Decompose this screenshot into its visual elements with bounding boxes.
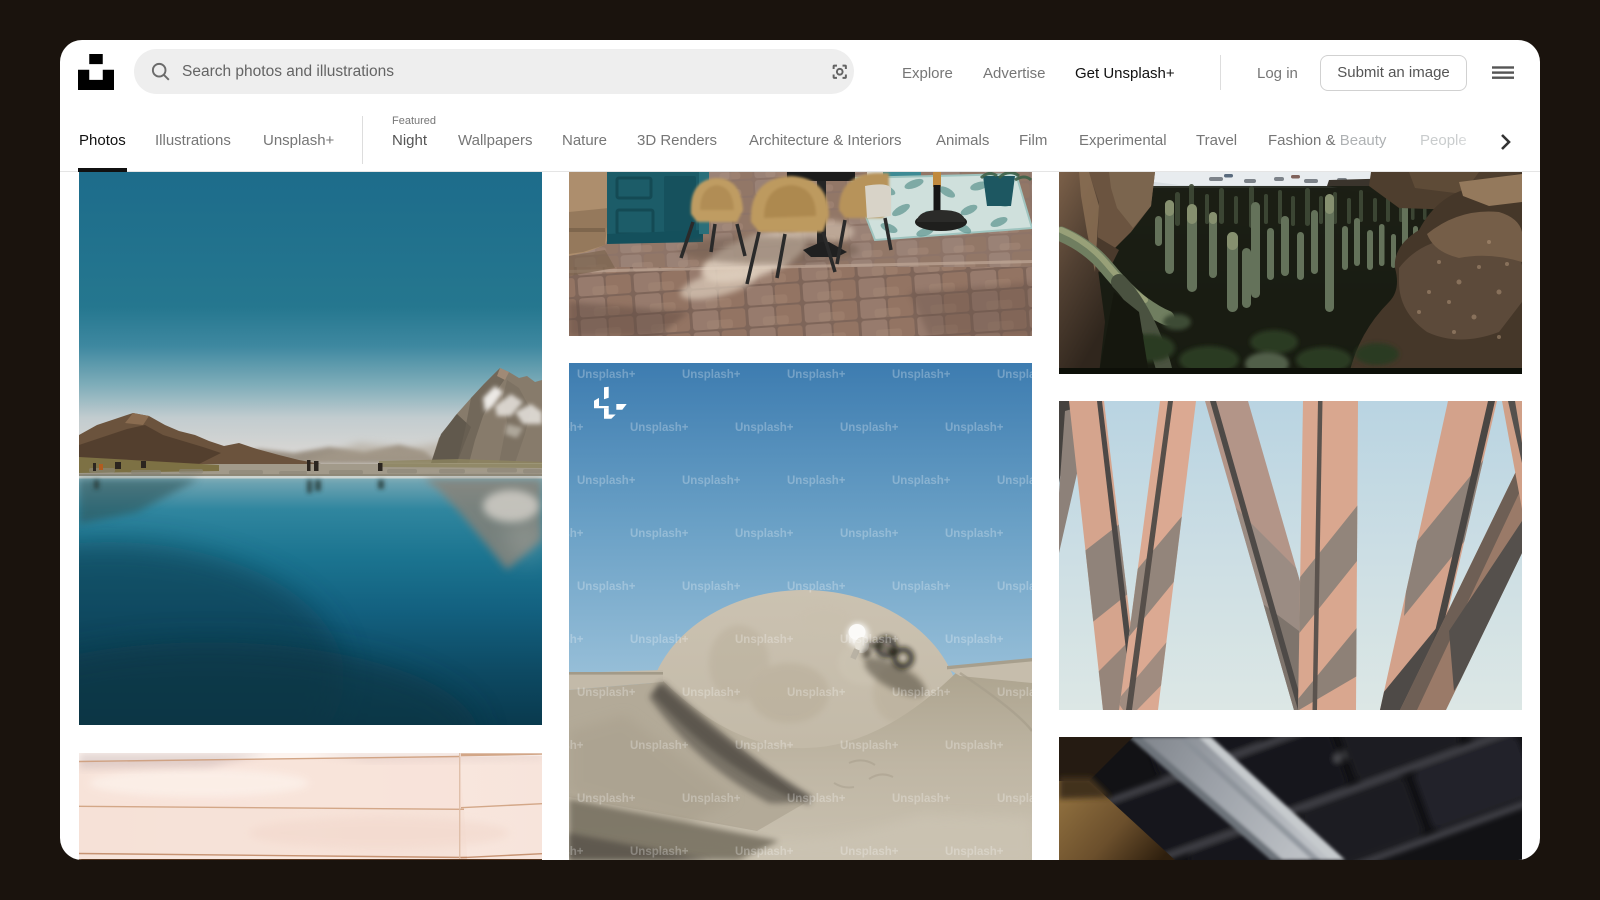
svg-text:Unsplash+: Unsplash+	[735, 846, 794, 858]
svg-text:Unsplash+: Unsplash+	[787, 369, 846, 381]
svg-text:Unsplash+: Unsplash+	[577, 687, 636, 699]
svg-text:Unsplash+: Unsplash+	[892, 475, 951, 487]
svg-text:Unsplash+: Unsplash+	[577, 793, 636, 805]
svg-text:Unsplash+: Unsplash+	[840, 422, 899, 434]
svg-text:Unsplash+: Unsplash+	[840, 740, 899, 752]
svg-text:Unsplash+: Unsplash+	[945, 846, 1004, 858]
svg-text:Unsplash+: Unsplash+	[630, 422, 689, 434]
svg-text:Unsplash+: Unsplash+	[840, 634, 899, 646]
svg-text:Unsplash+: Unsplash+	[569, 528, 584, 540]
svg-text:Unsplash+: Unsplash+	[630, 634, 689, 646]
svg-text:Unsplash+: Unsplash+	[997, 687, 1032, 699]
svg-text:Unsplash+: Unsplash+	[569, 740, 584, 752]
svg-text:Unsplash+: Unsplash+	[840, 528, 899, 540]
svg-text:Unsplash+: Unsplash+	[787, 793, 846, 805]
svg-text:Unsplash+: Unsplash+	[945, 528, 1004, 540]
svg-text:Unsplash+: Unsplash+	[682, 369, 741, 381]
svg-text:Unsplash+: Unsplash+	[945, 634, 1004, 646]
svg-text:Unsplash+: Unsplash+	[577, 581, 636, 593]
svg-text:Unsplash+: Unsplash+	[630, 740, 689, 752]
svg-text:Unsplash+: Unsplash+	[569, 422, 584, 434]
svg-text:Unsplash+: Unsplash+	[892, 793, 951, 805]
svg-text:Unsplash+: Unsplash+	[892, 687, 951, 699]
svg-text:Unsplash+: Unsplash+	[630, 846, 689, 858]
svg-text:Unsplash+: Unsplash+	[787, 475, 846, 487]
svg-text:Unsplash+: Unsplash+	[630, 528, 689, 540]
svg-text:Unsplash+: Unsplash+	[997, 793, 1032, 805]
svg-text:Unsplash+: Unsplash+	[682, 581, 741, 593]
svg-text:Unsplash+: Unsplash+	[945, 740, 1004, 752]
svg-text:Unsplash+: Unsplash+	[787, 581, 846, 593]
svg-text:Unsplash+: Unsplash+	[569, 846, 584, 858]
svg-text:Unsplash+: Unsplash+	[945, 422, 1004, 434]
svg-text:Unsplash+: Unsplash+	[997, 581, 1032, 593]
svg-text:Unsplash+: Unsplash+	[735, 634, 794, 646]
svg-text:Unsplash+: Unsplash+	[735, 740, 794, 752]
svg-text:Unsplash+: Unsplash+	[577, 475, 636, 487]
svg-text:Unsplash+: Unsplash+	[892, 369, 951, 381]
svg-text:Unsplash+: Unsplash+	[735, 528, 794, 540]
svg-text:Unsplash+: Unsplash+	[840, 846, 899, 858]
svg-text:Unsplash+: Unsplash+	[569, 634, 584, 646]
svg-text:Unsplash+: Unsplash+	[682, 793, 741, 805]
svg-text:Unsplash+: Unsplash+	[682, 687, 741, 699]
svg-text:Unsplash+: Unsplash+	[997, 475, 1032, 487]
svg-text:Unsplash+: Unsplash+	[577, 369, 636, 381]
svg-text:Unsplash+: Unsplash+	[682, 475, 741, 487]
svg-text:Unsplash+: Unsplash+	[892, 581, 951, 593]
svg-text:Unsplash+: Unsplash+	[787, 687, 846, 699]
svg-text:Unsplash+: Unsplash+	[997, 369, 1032, 381]
svg-text:Unsplash+: Unsplash+	[735, 422, 794, 434]
